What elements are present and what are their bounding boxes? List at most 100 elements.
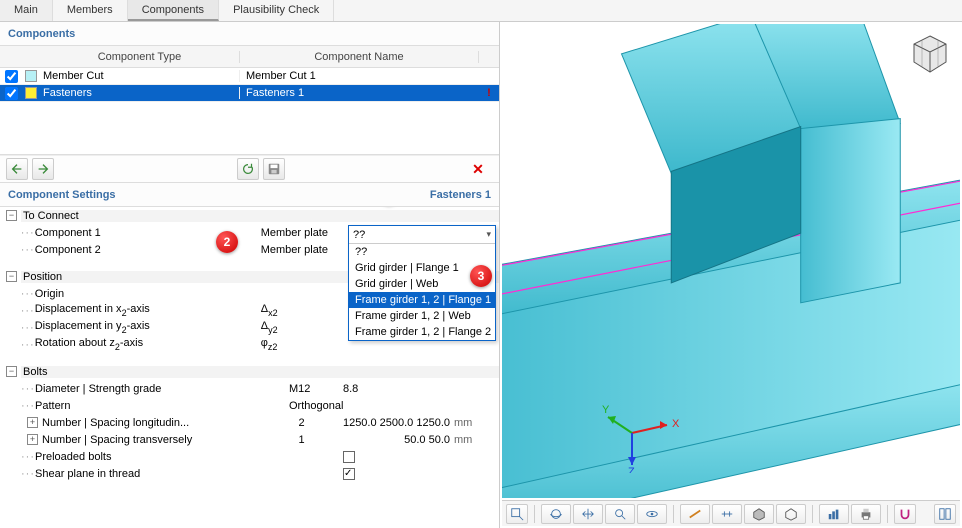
dropdown-option[interactable]: Frame girder 1, 2 | Flange 2 bbox=[349, 324, 495, 340]
tab-bar: Main Members Components Plausibility Che… bbox=[0, 0, 962, 22]
dimension-button[interactable] bbox=[680, 504, 710, 524]
col-name[interactable]: Component Name bbox=[240, 51, 479, 63]
row-checkbox[interactable] bbox=[5, 70, 18, 83]
prop-label: Rotation about z2-axis bbox=[35, 337, 143, 351]
expand-icon[interactable]: + bbox=[27, 434, 38, 445]
prop-label: Number | Spacing transversely bbox=[42, 434, 192, 446]
prop-label: Component 1 bbox=[35, 227, 101, 239]
prop-pattern[interactable]: ···· Pattern Orthogonal bbox=[0, 397, 499, 414]
prop-symbol: Δx2 bbox=[255, 303, 353, 317]
prop-unit: mm bbox=[454, 434, 484, 446]
prop-label: Component 2 bbox=[35, 244, 101, 256]
settings-header: Component Settings Fasteners 1 bbox=[0, 183, 499, 207]
prop-value[interactable]: 1 bbox=[274, 434, 329, 446]
refresh-button[interactable] bbox=[237, 158, 259, 180]
view-show-button[interactable] bbox=[637, 504, 667, 524]
prop-value-2[interactable]: 8.8 bbox=[343, 383, 453, 395]
components-toolbar: ✕ bbox=[0, 155, 499, 183]
settings-tree: − To Connect ···· Component 1 Member pla… bbox=[0, 207, 499, 528]
save-button[interactable] bbox=[263, 158, 285, 180]
row-name: Fasteners 1 bbox=[239, 87, 479, 99]
results-button[interactable] bbox=[819, 504, 849, 524]
checkbox-checked[interactable] bbox=[343, 468, 355, 480]
split-view-button[interactable] bbox=[934, 504, 956, 524]
axis-triad: X Y Z bbox=[602, 403, 682, 473]
prop-label: Displacement in y2-axis bbox=[35, 320, 150, 334]
components-title: Components bbox=[8, 28, 75, 40]
collapse-icon[interactable]: − bbox=[6, 366, 17, 377]
row-checkbox[interactable] bbox=[5, 87, 18, 100]
color-swatch bbox=[25, 87, 37, 99]
viewport-toolbar bbox=[502, 500, 960, 526]
viewport-panel: X Y Z bbox=[500, 22, 962, 528]
callout-2: 2 bbox=[216, 231, 238, 253]
prop-label: Shear plane in thread bbox=[35, 468, 140, 480]
svg-text:X: X bbox=[672, 418, 680, 430]
delete-button[interactable]: ✕ bbox=[467, 158, 489, 180]
col-type[interactable]: Component Type bbox=[40, 51, 240, 63]
prop-value[interactable]: Orthogonal bbox=[283, 400, 453, 412]
magnet-button[interactable] bbox=[894, 504, 916, 524]
prop-preloaded[interactable]: ···· Preloaded bolts bbox=[0, 448, 499, 465]
prop-field: Member plate bbox=[255, 244, 353, 256]
zoom-window-button[interactable] bbox=[506, 504, 528, 524]
prop-spacing-long[interactable]: + Number | Spacing longitudin... 2 1250.… bbox=[0, 414, 499, 431]
checkbox[interactable] bbox=[343, 451, 355, 463]
render-button[interactable] bbox=[744, 504, 774, 524]
component-row[interactable]: Fasteners Fasteners 1 ! bbox=[0, 85, 499, 102]
section-button[interactable] bbox=[712, 504, 742, 524]
color-swatch bbox=[25, 70, 37, 82]
prop-symbol: Δy2 bbox=[255, 320, 353, 334]
prop-spacing-trans[interactable]: + Number | Spacing transversely 1 50.0 5… bbox=[0, 431, 499, 448]
component-row[interactable]: Member Cut Member Cut 1 bbox=[0, 68, 499, 85]
callout-3: 3 bbox=[470, 265, 492, 287]
dropdown-option[interactable]: Frame girder 1, 2 | Web bbox=[349, 308, 495, 324]
dropdown-option[interactable]: Frame girder 1, 2 | Flange 1 bbox=[349, 292, 495, 308]
prop-label: Displacement in x2-axis bbox=[35, 303, 150, 317]
prop-label: Pattern bbox=[35, 400, 70, 412]
svg-text:Y: Y bbox=[602, 404, 610, 416]
components-table: Component Type Component Name Member Cut… bbox=[0, 46, 499, 155]
prop-symbol: φz2 bbox=[255, 337, 353, 351]
prop-shear-plane[interactable]: ···· Shear plane in thread bbox=[0, 465, 499, 482]
move-down-button[interactable] bbox=[32, 158, 54, 180]
group-bolts[interactable]: − Bolts bbox=[0, 363, 499, 380]
zoom-button[interactable] bbox=[605, 504, 635, 524]
row-type: Fasteners bbox=[39, 87, 239, 99]
orbit-button[interactable] bbox=[541, 504, 571, 524]
prop-value-2[interactable]: 50.0 50.0 bbox=[329, 434, 454, 446]
prop-value[interactable]: M12 bbox=[283, 383, 343, 395]
prop-label: Number | Spacing longitudin... bbox=[42, 417, 189, 429]
row-warning-icon: ! bbox=[479, 87, 499, 99]
view-cube[interactable] bbox=[910, 34, 950, 74]
expand-icon[interactable]: + bbox=[27, 417, 38, 428]
tab-plausibility[interactable]: Plausibility Check bbox=[219, 0, 334, 21]
row-name: Member Cut 1 bbox=[239, 70, 479, 82]
pan-button[interactable] bbox=[573, 504, 603, 524]
collapse-icon[interactable]: − bbox=[6, 271, 17, 282]
prop-label: Diameter | Strength grade bbox=[35, 383, 161, 395]
tab-main[interactable]: Main bbox=[0, 0, 53, 21]
prop-value-2[interactable]: 1250.0 2500.0 1250.0 bbox=[329, 417, 454, 429]
prop-unit: mm bbox=[454, 417, 484, 429]
dropdown-selected[interactable]: ?? ▾ bbox=[349, 226, 495, 244]
prop-field: Member plate bbox=[255, 227, 353, 239]
left-panel: Components Component Type Component Name… bbox=[0, 22, 500, 528]
tab-members[interactable]: Members bbox=[53, 0, 128, 21]
prop-label: Preloaded bolts bbox=[35, 451, 111, 463]
move-up-button[interactable] bbox=[6, 158, 28, 180]
svg-text:Z: Z bbox=[628, 466, 635, 473]
chevron-down-icon: ▾ bbox=[486, 229, 491, 240]
components-header: Components bbox=[0, 22, 499, 46]
print-button[interactable] bbox=[851, 504, 881, 524]
wireframe-button[interactable] bbox=[776, 504, 806, 524]
prop-diameter[interactable]: ···· Diameter | Strength grade M12 8.8 bbox=[0, 380, 499, 397]
tab-components[interactable]: Components bbox=[128, 0, 219, 21]
group-to-connect[interactable]: − To Connect bbox=[0, 207, 499, 224]
row-type: Member Cut bbox=[39, 70, 239, 82]
prop-value[interactable]: 2 bbox=[274, 417, 329, 429]
collapse-icon[interactable]: − bbox=[6, 210, 17, 221]
dropdown-option[interactable]: ?? bbox=[349, 244, 495, 260]
settings-context: Fasteners 1 bbox=[430, 189, 491, 201]
3d-viewport[interactable]: X Y Z bbox=[502, 24, 960, 498]
